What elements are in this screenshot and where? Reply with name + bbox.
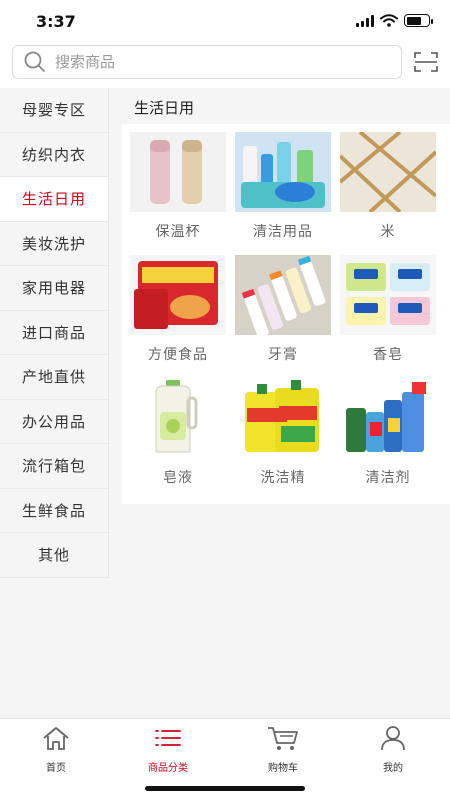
product-item[interactable]: 香皂 xyxy=(340,255,436,378)
thermos-image xyxy=(130,132,226,212)
home-indicator xyxy=(145,786,305,791)
product-item[interactable]: 清洁用品 xyxy=(235,132,331,255)
product-item[interactable]: 米 xyxy=(340,132,436,255)
product-label: 香皂 xyxy=(373,347,403,363)
tab-item[interactable]: 首页 xyxy=(16,725,96,774)
product-item[interactable]: 牙膏 xyxy=(235,255,331,378)
sidebar-item[interactable]: 产地直供 xyxy=(0,355,108,400)
status-icons xyxy=(356,14,433,27)
sidebar-item[interactable]: 母婴专区 xyxy=(0,88,108,133)
product-label: 牙膏 xyxy=(268,347,298,363)
user-icon xyxy=(378,725,408,755)
sidebar-item[interactable]: 美妆洗护 xyxy=(0,222,108,266)
product-label: 皂液 xyxy=(163,470,193,486)
status-bar: 3:37 xyxy=(0,0,450,44)
product-panel: 保温杯 清洁用品 米方便食品 牙膏 香皂皂液 洗洁精 清洁剂 xyxy=(122,124,450,504)
cleaner-image xyxy=(340,378,436,458)
sidebar-divider xyxy=(108,88,109,578)
status-time: 3:37 xyxy=(36,12,76,31)
sidebar-item[interactable]: 其他 xyxy=(0,533,108,578)
sidebar-item[interactable]: 流行箱包 xyxy=(0,444,108,489)
product-item[interactable]: 清洁剂 xyxy=(340,378,436,501)
search-area xyxy=(0,44,450,88)
instant-noodles-image xyxy=(130,255,226,335)
sidebar-item[interactable]: 生活日用 xyxy=(0,177,108,222)
sidebar-item[interactable]: 进口商品 xyxy=(0,311,108,355)
product-label: 洗洁精 xyxy=(260,470,306,486)
toothpaste-image xyxy=(235,255,331,335)
home-icon xyxy=(41,725,71,755)
cart-icon xyxy=(266,725,300,755)
category-title: 生活日用 xyxy=(134,99,195,117)
sidebar-item[interactable]: 纺织内衣 xyxy=(0,133,108,177)
category-sidebar: 母婴专区 纺织内衣 生活日用 美妆洗护 家用电器 进口商品 产地直供 办公用品 流行箱包 生鲜食品… xyxy=(0,88,108,578)
scan-icon[interactable] xyxy=(414,51,438,73)
product-label: 保温杯 xyxy=(155,224,201,240)
search-box[interactable] xyxy=(12,45,402,79)
product-label: 清洁用品 xyxy=(253,224,313,240)
sidebar-item[interactable]: 家用电器 xyxy=(0,266,108,311)
cleaning-supplies-image xyxy=(235,132,331,212)
product-label: 方便食品 xyxy=(148,347,208,363)
tab-label: 购物车 xyxy=(268,763,298,774)
tab-bar: 首页 商品分类 购物车 我的 xyxy=(0,718,450,800)
tab-item[interactable]: 购物车 xyxy=(243,725,323,774)
dish-detergent-image xyxy=(235,378,331,458)
wifi-icon xyxy=(380,14,398,27)
product-grid: 保温杯 清洁用品 米方便食品 牙膏 香皂皂液 洗洁精 清洁剂 xyxy=(130,132,436,501)
sidebar-item[interactable]: 办公用品 xyxy=(0,400,108,444)
search-icon xyxy=(24,51,45,72)
signal-icon xyxy=(356,14,374,27)
tab-item[interactable]: 商品分类 xyxy=(128,725,208,774)
tab-label: 首页 xyxy=(46,763,66,774)
sidebar-item[interactable]: 生鲜食品 xyxy=(0,489,108,533)
search-input[interactable] xyxy=(55,53,375,71)
soap-image xyxy=(340,255,436,335)
liquid-soap-image xyxy=(130,378,226,458)
product-item[interactable]: 皂液 xyxy=(130,378,226,501)
product-item[interactable]: 方便食品 xyxy=(130,255,226,378)
product-item[interactable]: 洗洁精 xyxy=(235,378,331,501)
tab-label: 我的 xyxy=(383,763,403,774)
product-item[interactable]: 保温杯 xyxy=(130,132,226,255)
product-label: 米 xyxy=(380,224,396,240)
tab-label: 商品分类 xyxy=(148,763,188,774)
rice-image xyxy=(340,132,436,212)
tab-item[interactable]: 我的 xyxy=(353,725,433,774)
list-icon xyxy=(153,725,183,755)
battery-icon xyxy=(404,14,433,27)
product-label: 清洁剂 xyxy=(365,470,411,486)
